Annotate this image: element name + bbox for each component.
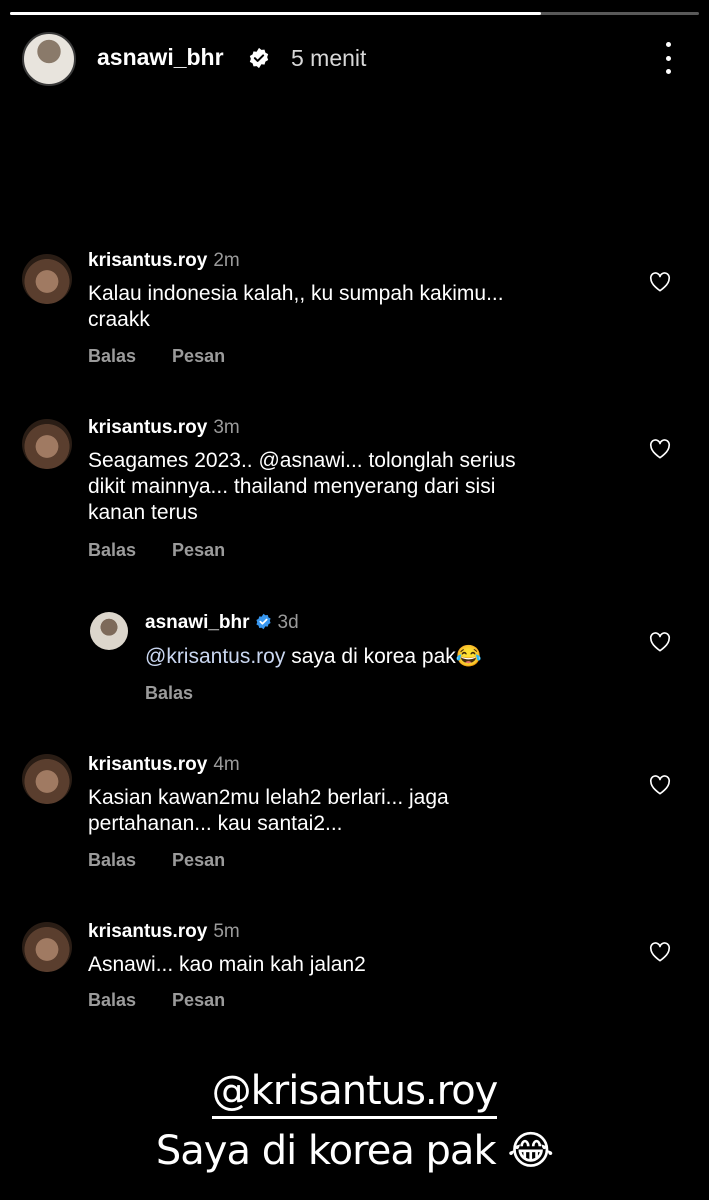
heart-outline-icon[interactable] [649,439,671,459]
reply-button[interactable]: Balas [145,683,193,703]
more-vertical-icon[interactable] [658,42,678,74]
comment-time: 5m [213,921,240,942]
comment-header: krisantus.roy 2m [88,250,240,272]
message-button[interactable]: Pesan [172,850,225,870]
reply-mention[interactable]: @krisantus.roy [145,645,285,668]
reply-actions: Balas [145,683,229,704]
reply-username[interactable]: asnawi_bhr [145,612,250,633]
reply-time: 3d [277,612,299,633]
comment-header: krisantus.roy 4m [88,754,240,776]
story-header: asnawi_bhr 5 menit [0,28,709,90]
comment-time: 4m [213,754,240,775]
heart-outline-icon[interactable] [649,775,671,795]
commenter-avatar[interactable] [22,922,72,972]
verified-badge-icon [255,613,271,630]
message-button[interactable]: Pesan [172,346,225,366]
mention-sticker-text[interactable]: @krisantus.roy [211,1068,498,1119]
comment-header: krisantus.roy 3m [88,417,240,439]
story-avatar[interactable] [22,32,76,86]
reply-button[interactable]: Balas [88,540,136,560]
mention-sticker[interactable]: @krisantus.roy [0,1068,709,1119]
comment-actions: Balas Pesan [88,850,261,871]
comment-text: Asnawi... kao main kah jalan2 [88,953,366,976]
story-progress-fill [10,12,541,15]
laughing-tears-emoji-icon: 😂 [507,1128,554,1174]
replier-avatar[interactable] [90,612,128,650]
message-button[interactable]: Pesan [172,540,225,560]
comment-username[interactable]: krisantus.roy [88,250,207,271]
comment-text: Kasian kawan2mu lelah2 berlari... jaga p… [88,786,449,835]
heart-outline-icon[interactable] [649,942,671,962]
caption-sticker-text: Saya di korea pak [155,1128,497,1174]
story-time: 5 menit [291,45,367,71]
comment-time: 3m [213,417,240,438]
comment-username[interactable]: krisantus.roy [88,417,207,438]
comment-time: 2m [213,250,240,271]
caption-sticker: Saya di korea pak 😂 [0,1128,709,1174]
commenter-avatar[interactable] [22,254,72,304]
comment-username[interactable]: krisantus.roy [88,754,207,775]
heart-outline-icon[interactable] [649,272,671,292]
reply-body: saya di korea pak😂 [285,645,482,668]
comment-actions: Balas Pesan [88,346,261,367]
comment-actions: Balas Pesan [88,540,261,561]
story-progress-bar [10,12,699,15]
comment-text: Kalau indonesia kalah,, ku sumpah kakimu… [88,282,504,331]
comment-actions: Balas Pesan [88,990,261,1011]
reply-text: @krisantus.roy saya di korea pak😂 [145,644,482,670]
reply-button[interactable]: Balas [88,990,136,1010]
comment-header: krisantus.roy 5m [88,921,240,943]
verified-badge-icon [249,47,269,69]
commenter-avatar[interactable] [22,419,72,469]
heart-outline-icon[interactable] [649,632,671,652]
commenter-avatar[interactable] [22,754,72,804]
reply-header: asnawi_bhr 3d [145,612,299,634]
comment-username[interactable]: krisantus.roy [88,921,207,942]
comment-text: Seagames 2023.. @asnawi... tolonglah ser… [88,449,516,524]
story-username[interactable]: asnawi_bhr [97,44,224,71]
message-button[interactable]: Pesan [172,990,225,1010]
reply-button[interactable]: Balas [88,850,136,870]
reply-button[interactable]: Balas [88,346,136,366]
